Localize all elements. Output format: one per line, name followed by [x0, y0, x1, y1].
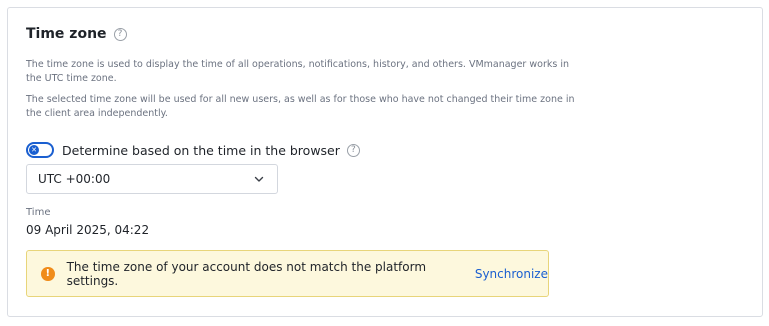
- browser-time-toggle[interactable]: ✕: [26, 142, 54, 158]
- synchronize-link[interactable]: Synchronize: [475, 267, 548, 281]
- warning-icon: !: [41, 266, 55, 281]
- timezone-select[interactable]: UTC +00:00: [26, 164, 278, 194]
- close-icon: ✕: [29, 145, 39, 155]
- section-title: Time zone: [26, 26, 107, 42]
- timezone-mismatch-alert: ! The time zone of your account does not…: [26, 250, 549, 297]
- browser-time-toggle-label: Determine based on the time in the brows…: [62, 142, 340, 158]
- alert-message: The time zone of your account does not m…: [66, 259, 427, 288]
- browser-time-toggle-row: ✕ Determine based on the time in the bro…: [26, 142, 360, 158]
- section-header: Time zone ?: [26, 26, 127, 42]
- time-label: Time: [26, 207, 51, 218]
- timezone-select-value: UTC +00:00: [38, 172, 111, 186]
- timezone-card: Time zone ? The time zone is used to dis…: [7, 7, 763, 317]
- description-text: The time zone is used to display the tim…: [26, 59, 569, 84]
- description-text-secondary: The selected time zone will be used for …: [26, 94, 575, 119]
- time-value: 09 April 2025, 04:22: [26, 223, 150, 237]
- help-icon[interactable]: ?: [346, 143, 360, 157]
- chevron-down-icon: [254, 176, 264, 182]
- help-icon[interactable]: ?: [113, 27, 127, 41]
